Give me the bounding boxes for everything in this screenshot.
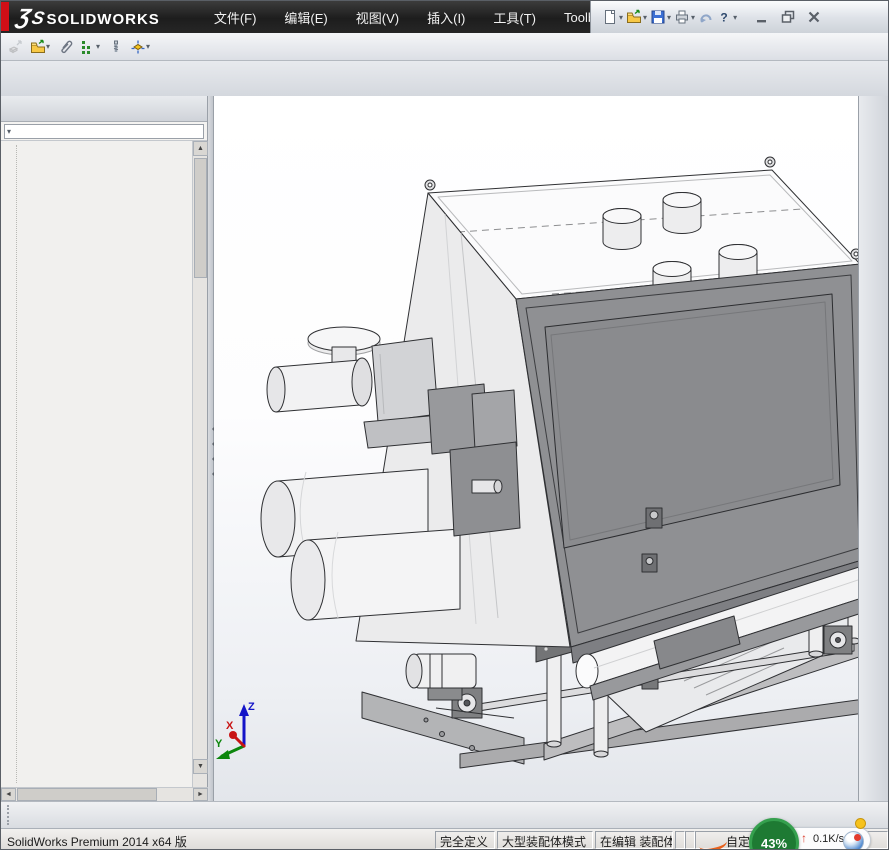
save-icon[interactable]: [650, 9, 666, 25]
new-document-icon[interactable]: [602, 9, 618, 25]
menu-insert[interactable]: 插入(I): [413, 8, 479, 27]
insert-part-from-file-button[interactable]: ▾: [28, 38, 54, 56]
featuremanager-panel: ▾ ▲ ▼ ◄ ►: [1, 96, 208, 801]
status-editing-assembly: 在编辑 装配体: [595, 831, 673, 849]
status-message: SolidWorks Premium 2014 x64 版: [7, 833, 187, 850]
filter-row: ▾: [1, 122, 207, 141]
upload-arrow-icon: ↑: [801, 831, 807, 845]
window-buttons: [749, 7, 827, 27]
logo-s: S: [30, 8, 46, 29]
linear-component-pattern-dropdown[interactable]: ▾: [96, 42, 100, 51]
app-logo: Ʒ S SOLIDWORKS: [17, 4, 160, 30]
quick-access-toolbar: ▾ ▾ ▾ ▾? ▾: [590, 1, 889, 33]
main-area: ▾ ▲ ▼ ◄ ►: [1, 96, 889, 801]
linear-component-pattern-icon: [80, 39, 96, 55]
graphics-viewport[interactable]: Z X Y: [214, 96, 859, 801]
insert-part-from-file-dropdown[interactable]: ▾: [46, 42, 50, 51]
open-document-icon[interactable]: [626, 9, 642, 25]
status-mini-cell-1: [675, 831, 685, 849]
network-speed: 0.1K/s: [813, 833, 844, 845]
feature-tree: [1, 141, 207, 787]
status-mini-cell-2: [685, 831, 695, 849]
open-document-dropdown[interactable]: ▾: [643, 13, 647, 22]
titlebar: Ʒ S SOLIDWORKS 文件(F)编辑(E)视图(V)插入(I)工具(T)…: [1, 1, 889, 33]
help-icon[interactable]: ?: [716, 9, 732, 25]
task-pane-tabs: [859, 96, 889, 801]
print-icon[interactable]: [674, 9, 690, 25]
menu-edit[interactable]: 编辑(E): [270, 8, 341, 27]
mate-icon: [58, 39, 74, 55]
orientation-triad: Z X Y: [215, 701, 255, 759]
panel-tab-bar: [1, 96, 207, 122]
command-strip: [1, 61, 889, 96]
smart-fasteners-button[interactable]: [106, 38, 126, 56]
insert-components-button[interactable]: [6, 38, 26, 56]
toolbar-grip[interactable]: [7, 805, 11, 825]
svg-text:Y: Y: [215, 738, 223, 750]
filter-dropdown-icon[interactable]: ▾: [7, 127, 11, 136]
hscroll-thumb[interactable]: [17, 788, 157, 801]
svg-text:?: ?: [720, 11, 727, 25]
move-component-icon: [130, 39, 146, 55]
insert-part-from-file-icon: [30, 39, 46, 55]
linear-component-pattern-button[interactable]: ▾: [78, 38, 104, 56]
svg-text:X: X: [226, 720, 234, 732]
menu-tools[interactable]: 工具(T): [479, 8, 550, 27]
tree-filter-input[interactable]: ▾: [4, 124, 204, 139]
notification-badge[interactable]: [855, 818, 866, 829]
move-component-button[interactable]: ▾: [128, 38, 154, 56]
smart-fasteners-icon: [108, 39, 124, 55]
status-fully-defined: 完全定义: [435, 831, 495, 849]
tree-horizontal-scrollbar[interactable]: ◄ ►: [1, 787, 208, 801]
assembly-toolbar: ▾ ▾ ▾: [1, 33, 889, 61]
assembly-model: Z X Y: [214, 96, 859, 801]
scroll-right-arrow[interactable]: ►: [193, 788, 208, 801]
svg-text:Z: Z: [248, 701, 255, 713]
scroll-left-arrow[interactable]: ◄: [1, 788, 16, 801]
move-component-dropdown[interactable]: ▾: [146, 42, 150, 51]
tree-vertical-scrollbar[interactable]: ▲ ▼: [192, 141, 207, 788]
assistant-ball-icon[interactable]: [843, 831, 864, 850]
scroll-down-arrow[interactable]: ▼: [193, 759, 208, 774]
logo-text: SOLIDWORKS: [46, 11, 159, 28]
restore-button[interactable]: [775, 7, 801, 27]
brand-red-stripe: [1, 2, 9, 31]
close-button[interactable]: [801, 7, 827, 27]
menu-file[interactable]: 文件(F): [200, 8, 271, 27]
scroll-up-arrow[interactable]: ▲: [193, 141, 208, 156]
solidworks-window: Ʒ S SOLIDWORKS 文件(F)编辑(E)视图(V)插入(I)工具(T)…: [0, 0, 889, 850]
new-document-dropdown[interactable]: ▾: [619, 13, 623, 22]
menu-view[interactable]: 视图(V): [342, 8, 413, 27]
save-dropdown[interactable]: ▾: [667, 13, 671, 22]
undo-icon[interactable]: [698, 9, 714, 25]
scroll-thumb[interactable]: [194, 158, 207, 278]
status-large-assembly-mode: 大型装配体模式: [497, 831, 593, 849]
help-dropdown[interactable]: ▾: [733, 13, 737, 22]
mate-button[interactable]: [56, 38, 76, 56]
insert-components-icon: [8, 39, 24, 55]
print-dropdown[interactable]: ▾: [691, 13, 695, 22]
minimize-button[interactable]: [749, 7, 775, 27]
